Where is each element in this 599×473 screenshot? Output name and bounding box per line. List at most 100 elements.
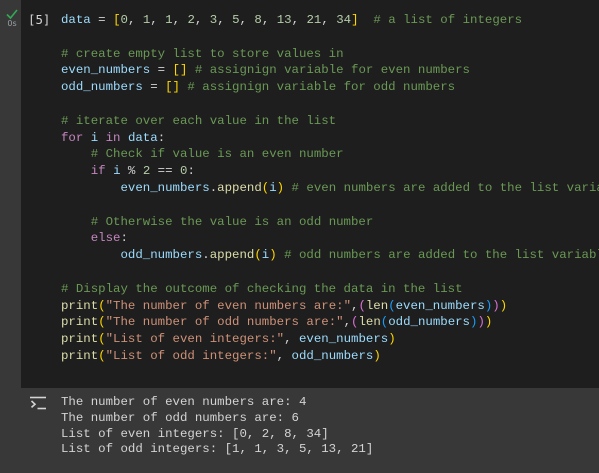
code-token: # create empty list to store values in <box>61 46 344 61</box>
code-token: : <box>157 130 166 145</box>
code-token: print <box>61 332 99 347</box>
code-token: ) <box>492 298 500 313</box>
code-line: # create empty list to store values in <box>61 46 599 63</box>
code-token: odd_numbers <box>291 348 374 363</box>
code-token: # a list of integers <box>373 13 523 27</box>
code-token: , <box>276 348 292 363</box>
code-token: 1 <box>165 13 173 27</box>
code-line: even_numbers = [] # assignign variable f… <box>61 62 599 79</box>
code-token: # odd numbers are added to the list vari… <box>284 248 599 263</box>
code-token: ) <box>499 298 508 313</box>
code-token: # iterate over each value in the list <box>61 113 337 128</box>
code-token: even_numbers <box>395 298 485 313</box>
code-token: # Display the outcome of checking the da… <box>61 281 463 296</box>
code-token: # even numbers are added to the list var… <box>291 180 599 195</box>
code-line: print("List of even integers:", even_num… <box>61 331 599 348</box>
code-token: append <box>217 180 262 195</box>
code-token: i <box>113 164 121 179</box>
code-token: in <box>105 130 121 145</box>
code-token: # assignign variable for even numbers <box>194 63 470 78</box>
code-cell[interactable]: data = [0, 1, 1, 2, 3, 5, 8, 13, 21, 34]… <box>21 0 599 388</box>
code-token: "The number of even numbers are:" <box>105 298 351 313</box>
code-token: ( <box>98 298 106 313</box>
code-token: = <box>150 63 173 78</box>
code-token: odd_numbers <box>61 80 143 95</box>
code-line: else: <box>61 230 599 247</box>
code-line: # Display the outcome of checking the da… <box>61 281 599 298</box>
code-token: ) <box>269 248 277 263</box>
output-line: List of odd integers: [1, 1, 3, 5, 13, 2… <box>61 442 374 457</box>
code-token: : <box>187 164 195 179</box>
code-token: len <box>365 298 389 313</box>
code-token: , <box>261 13 277 27</box>
code-token: odd_numbers <box>388 315 470 330</box>
code-token: . <box>202 248 210 263</box>
execution-count: [5] <box>28 12 51 27</box>
code-token: ) <box>388 332 396 347</box>
execution-time: 0s <box>7 19 17 28</box>
output-line: The number of even numbers are: 4 <box>61 395 307 409</box>
code-line: # Otherwise the value is an odd number <box>61 214 599 231</box>
code-token: ( <box>254 248 262 263</box>
code-token: , <box>172 13 188 27</box>
code-token: [] <box>165 80 180 95</box>
code-token: # assignign variable for odd numbers <box>187 80 456 95</box>
code-token: ) <box>484 315 493 330</box>
code-token: data <box>61 13 91 27</box>
code-line: if i % 2 == 0: <box>61 163 599 180</box>
code-token: even_numbers <box>298 332 389 347</box>
code-token: # Check if value is an even number <box>90 147 344 162</box>
notebook-page: data = [0, 1, 1, 2, 3, 5, 8, 13, 21, 34]… <box>0 0 599 473</box>
code-token: , <box>127 13 143 27</box>
run-status[interactable]: 0s <box>3 8 21 28</box>
code-token: if <box>90 164 106 179</box>
code-token: 2 <box>187 13 195 27</box>
code-token: , <box>194 13 210 27</box>
code-token: append <box>209 248 255 263</box>
code-line: print("The number of odd numbers are:",(… <box>61 314 599 331</box>
code-token: print <box>61 315 99 330</box>
code-line: # Check if value is an even number <box>61 146 599 163</box>
code-token: , <box>239 13 255 27</box>
code-token: : <box>120 231 128 246</box>
code-line: print("List of odd integers:", odd_numbe… <box>61 348 599 365</box>
output-toggle-icon[interactable] <box>29 395 47 411</box>
code-token: print <box>61 348 99 363</box>
code-line: even_numbers.append(i) # even numbers ar… <box>61 180 599 197</box>
code-token: [ <box>113 13 121 27</box>
code-token: = <box>142 80 166 95</box>
code-line: odd_numbers = [] # assignign variable fo… <box>61 79 599 96</box>
code-token: ( <box>358 298 366 313</box>
code-token: data <box>127 130 158 145</box>
code-token: len <box>358 315 381 330</box>
code-token: , <box>343 315 352 330</box>
code-editor[interactable]: data = [0, 1, 1, 2, 3, 5, 8, 13, 21, 34]… <box>61 12 599 365</box>
code-token: "List of even integers:" <box>105 332 285 347</box>
code-token: print <box>61 298 99 313</box>
code-line: data = [0, 1, 1, 2, 3, 5, 8, 13, 21, 34]… <box>61 12 599 29</box>
output-line: The number of odd numbers are: 6 <box>61 410 299 425</box>
code-token: odd_numbers <box>120 248 203 263</box>
code-line: for i in data: <box>61 130 599 147</box>
code-token: , <box>321 13 337 27</box>
code-token: = <box>90 13 114 27</box>
code-token: 0 <box>120 13 128 27</box>
code-token: 8 <box>254 13 262 27</box>
code-token: "List of odd integers:" <box>105 348 277 363</box>
code-line: # iterate over each value in the list <box>61 113 599 130</box>
code-token: , <box>150 13 166 27</box>
code-token: ( <box>98 348 106 363</box>
